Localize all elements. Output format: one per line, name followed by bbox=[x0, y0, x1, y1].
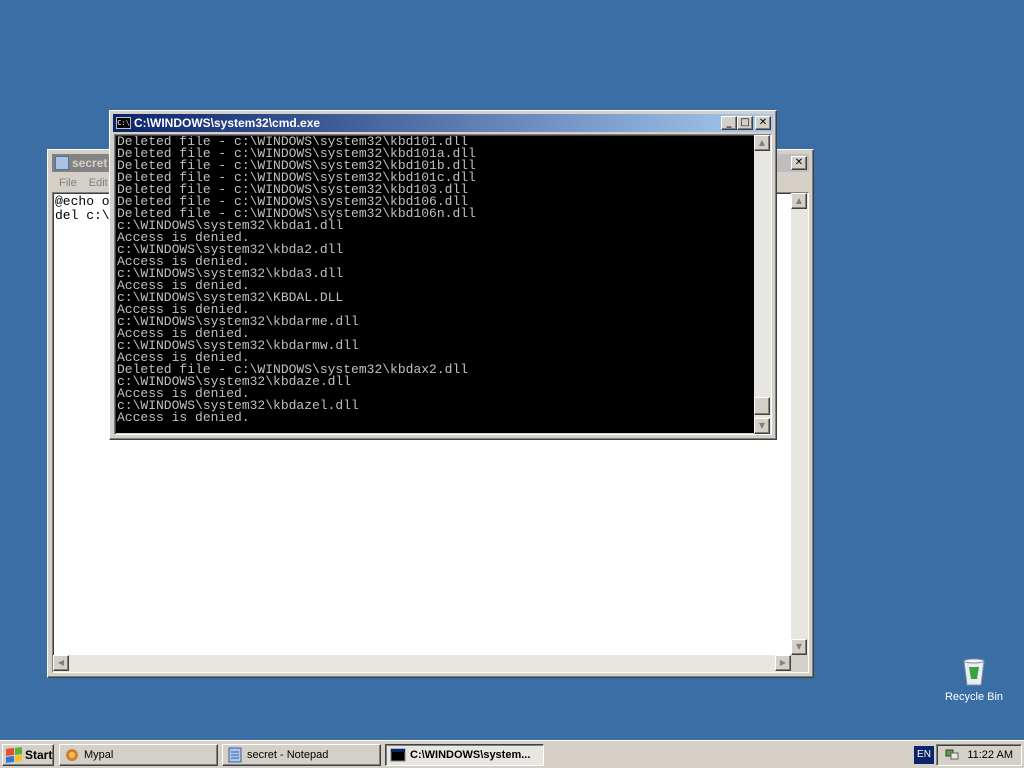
network-icon[interactable] bbox=[945, 747, 959, 764]
scroll-up-icon[interactable]: ▲ bbox=[754, 135, 770, 151]
vertical-scrollbar[interactable]: ▲ ▼ bbox=[754, 135, 771, 434]
system-tray: 11:22 AM bbox=[936, 744, 1022, 766]
taskbar-item-notepad[interactable]: secret - Notepad bbox=[222, 744, 381, 766]
menu-file[interactable]: File bbox=[54, 177, 82, 189]
windows-logo-icon bbox=[6, 747, 22, 763]
recycle-bin-shortcut[interactable]: Recycle Bin bbox=[938, 655, 1010, 703]
console-output: Deleted file - c:\WINDOWS\system32\kbd10… bbox=[117, 136, 751, 434]
taskbar-item-label: C:\WINDOWS\system... bbox=[410, 749, 531, 761]
taskbar-item-label: Mypal bbox=[84, 749, 114, 761]
recycle-bin-label: Recycle Bin bbox=[944, 691, 1004, 703]
taskbar-item-label: secret - Notepad bbox=[247, 749, 329, 761]
scroll-thumb[interactable] bbox=[754, 397, 770, 415]
console-line: Access is denied. bbox=[117, 410, 250, 425]
language-indicator[interactable]: EN bbox=[914, 746, 934, 764]
horizontal-scrollbar[interactable]: ◀ ▶ bbox=[53, 655, 791, 672]
notepad-title: secret bbox=[72, 156, 108, 170]
start-button[interactable]: Start bbox=[2, 744, 54, 766]
cmd-icon: C:\ bbox=[116, 117, 131, 129]
recycle-bin-icon bbox=[958, 655, 990, 687]
cmd-title: C:\WINDOWS\system32\cmd.exe bbox=[134, 116, 321, 130]
notepad-icon bbox=[227, 747, 243, 763]
cmd-icon bbox=[390, 747, 406, 763]
scroll-down-icon[interactable]: ▼ bbox=[791, 639, 807, 655]
maximize-icon[interactable]: □ bbox=[737, 116, 753, 130]
console-area[interactable]: Deleted file - c:\WINDOWS\system32\kbd10… bbox=[114, 134, 772, 435]
start-label: Start bbox=[25, 748, 53, 762]
minimize-icon[interactable]: _ bbox=[721, 116, 737, 130]
clock[interactable]: 11:22 AM bbox=[967, 749, 1013, 761]
resize-grip-icon[interactable] bbox=[791, 655, 808, 672]
close-icon[interactable]: ✕ bbox=[791, 156, 807, 170]
taskbar: Start Mypal secret - Notepad C:\WINDOWS\… bbox=[0, 740, 1024, 768]
scroll-left-icon[interactable]: ◀ bbox=[53, 655, 69, 671]
notepad-icon bbox=[55, 156, 69, 170]
scroll-up-icon[interactable]: ▲ bbox=[791, 193, 807, 209]
scroll-down-icon[interactable]: ▼ bbox=[754, 418, 770, 434]
vertical-scrollbar[interactable]: ▲ ▼ bbox=[791, 193, 808, 655]
browser-icon bbox=[64, 747, 80, 763]
cmd-window[interactable]: C:\ C:\WINDOWS\system32\cmd.exe _ □ ✕ De… bbox=[109, 110, 777, 440]
taskbar-item-mypal[interactable]: Mypal bbox=[59, 744, 218, 766]
taskbar-item-cmd[interactable]: C:\WINDOWS\system... bbox=[385, 744, 544, 766]
scroll-right-icon[interactable]: ▶ bbox=[775, 655, 791, 671]
close-icon[interactable]: ✕ bbox=[755, 116, 771, 130]
cmd-titlebar[interactable]: C:\ C:\WINDOWS\system32\cmd.exe _ □ ✕ bbox=[113, 114, 773, 132]
